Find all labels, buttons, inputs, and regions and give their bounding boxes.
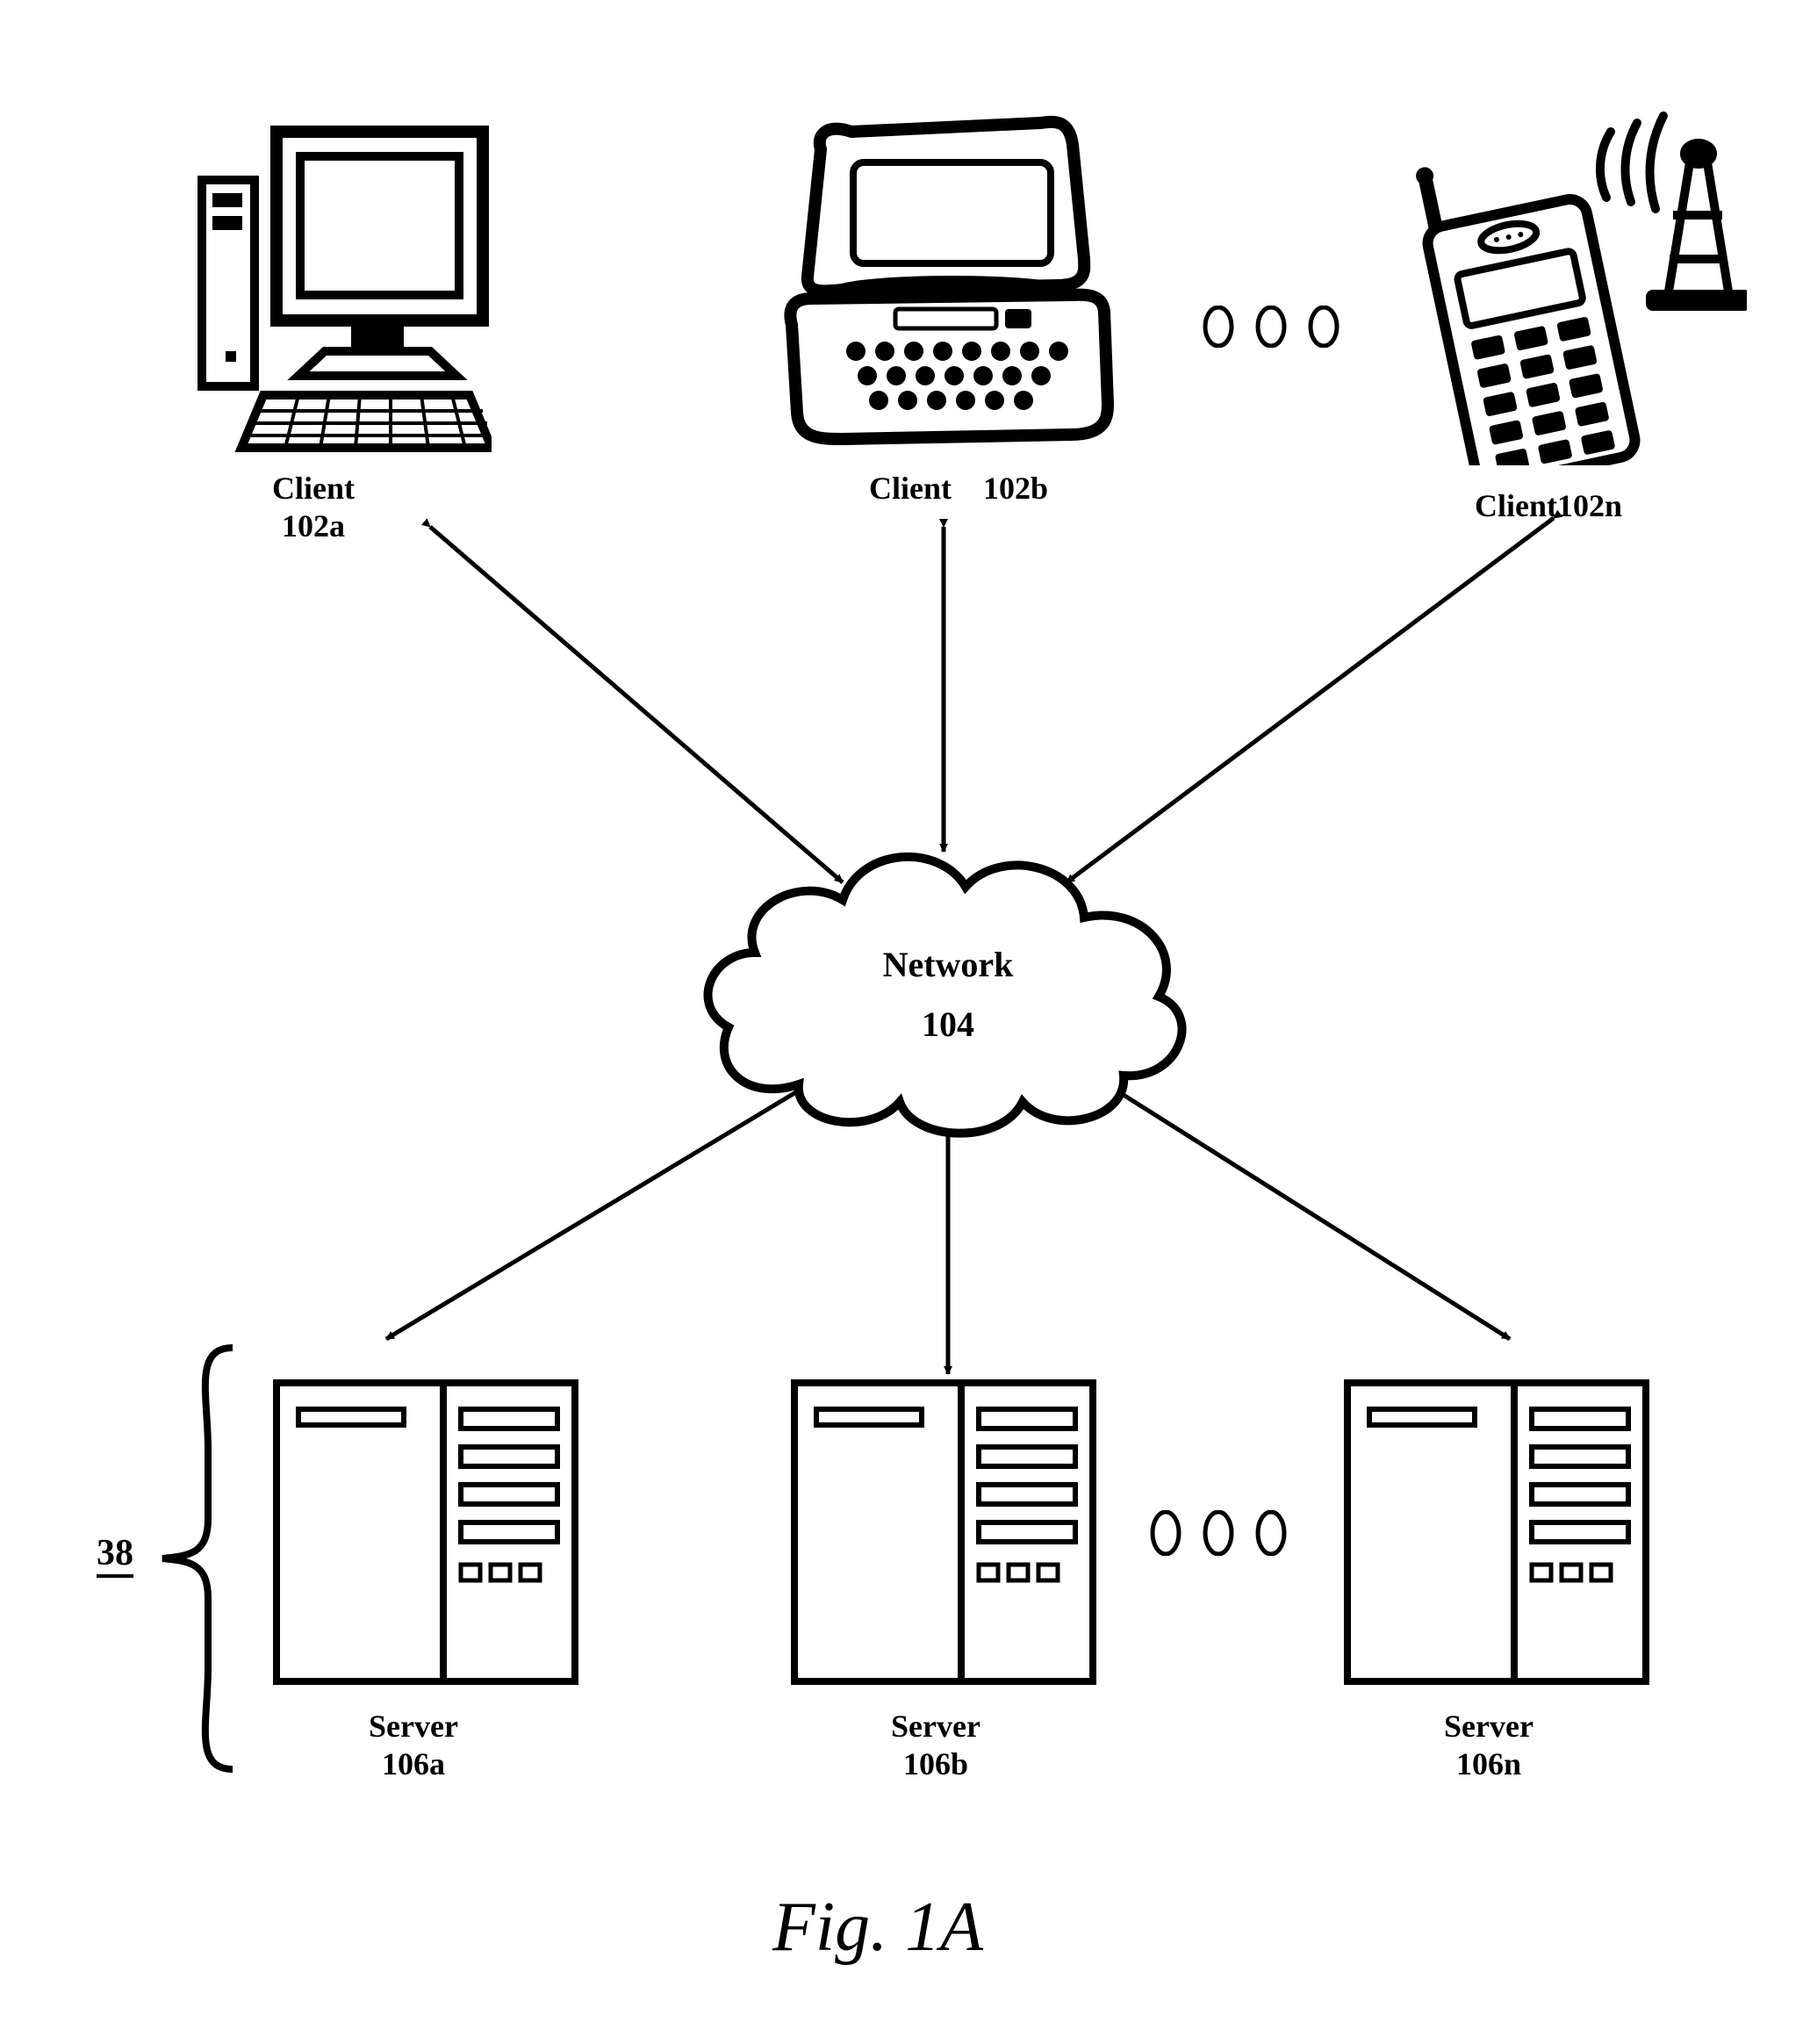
- client-ellipsis: [1203, 306, 1340, 348]
- server-b-ref: 106b: [903, 1746, 968, 1781]
- server-n-icon: [1343, 1378, 1650, 1686]
- client-n-ref: 102n: [1557, 488, 1622, 523]
- edge-clientN-network: [1067, 518, 1554, 882]
- client-a-label: Client 102a: [272, 470, 355, 545]
- client-b-label-text: Client: [869, 471, 952, 506]
- client-b-label: Client 102b: [869, 470, 1048, 507]
- server-b-label: Server 106b: [891, 1708, 980, 1783]
- client-a-ref: 102a: [282, 508, 345, 543]
- server-n-label: Server 106n: [1444, 1708, 1533, 1783]
- server-farm-brace: [145, 1343, 250, 1774]
- server-b-label-text: Server: [891, 1709, 980, 1744]
- server-n-ref: 106n: [1456, 1746, 1521, 1781]
- server-farm-ref: 38: [97, 1532, 133, 1578]
- figure-caption: Fig. 1A: [772, 1888, 983, 1968]
- network-label: Network 104: [869, 935, 1027, 1054]
- server-a-label-text: Server: [369, 1709, 458, 1744]
- server-a-label: Server 106a: [369, 1708, 458, 1783]
- network-label-text: Network: [883, 945, 1014, 984]
- client-n-label: Client102n: [1475, 487, 1622, 525]
- server-n-label-text: Server: [1444, 1709, 1533, 1744]
- client-laptop-icon: [772, 114, 1124, 465]
- server-a-icon: [272, 1378, 579, 1686]
- diagram-canvas: Client 102a Client 102b: [0, 0, 1810, 2044]
- server-b-icon: [790, 1378, 1097, 1686]
- client-a-label-text: Client: [272, 471, 355, 506]
- network-ref: 104: [922, 1004, 974, 1044]
- server-a-ref: 106a: [382, 1746, 445, 1781]
- client-mobile-icon: [1396, 105, 1747, 465]
- client-b-ref: 102b: [983, 471, 1048, 506]
- server-ellipsis: [1150, 1510, 1287, 1556]
- client-n-label-text: Client: [1475, 488, 1557, 523]
- client-desktop-icon: [193, 114, 492, 465]
